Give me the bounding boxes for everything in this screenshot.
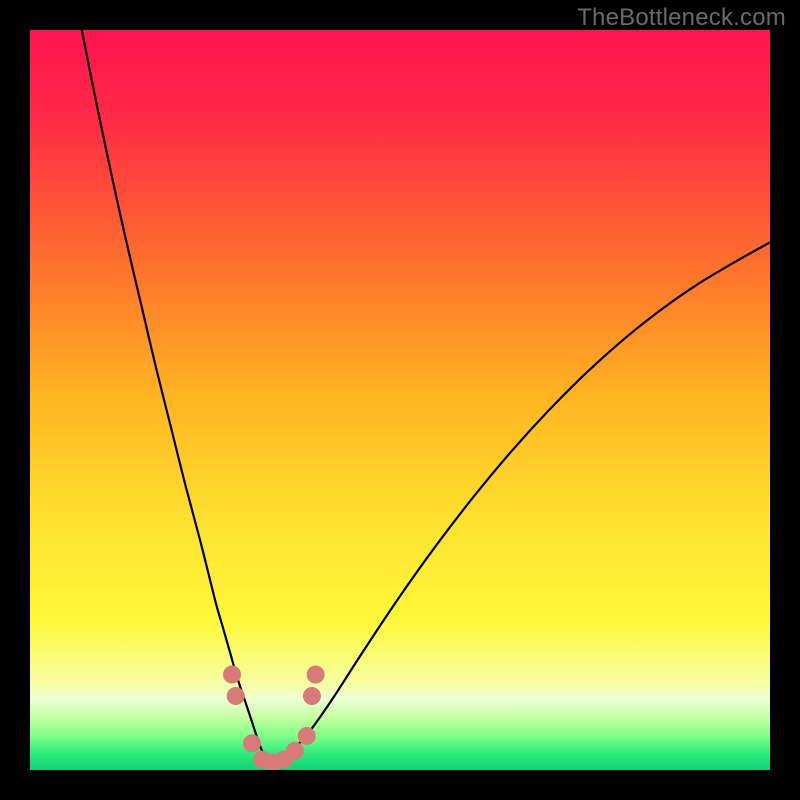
curve-layer: [30, 30, 770, 770]
data-marker: [243, 734, 261, 752]
curve-right-branch: [267, 242, 770, 763]
curve-left-branch: [82, 30, 267, 763]
data-marker: [223, 666, 241, 684]
data-marker: [298, 727, 316, 745]
plot-area: [30, 30, 770, 770]
data-marker: [303, 687, 321, 705]
data-marker: [227, 687, 245, 705]
data-marker: [307, 666, 325, 684]
watermark-text: TheBottleneck.com: [577, 4, 786, 32]
chart-frame: TheBottleneck.com: [0, 0, 800, 800]
data-marker: [286, 742, 304, 760]
